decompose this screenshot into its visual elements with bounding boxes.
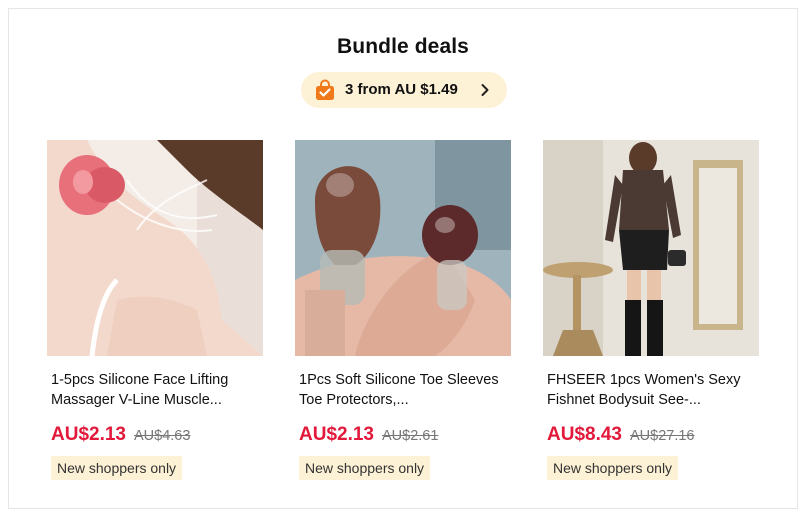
product-card[interactable]: FHSEER 1pcs Women's Sexy Fishnet Bodysui… <box>543 140 759 480</box>
product-price: AU$2.13 <box>299 424 374 445</box>
section-title: Bundle deals <box>337 35 469 58</box>
new-shoppers-badge: New shoppers only <box>547 456 679 480</box>
product-name[interactable]: 1Pcs Soft Silicone Toe Sleeves Toe Prote… <box>295 370 511 410</box>
product-original-price: AU$27.16 <box>630 428 695 444</box>
product-image-toe-sleeves[interactable] <box>295 140 511 356</box>
shopping-bag-check-icon <box>316 79 334 100</box>
bundle-promo-button[interactable]: 3 from AU $1.49 <box>301 72 507 108</box>
product-card[interactable]: 1-5pcs Silicone Face Lifting Massager V-… <box>47 140 263 480</box>
chevron-right-icon <box>481 84 489 96</box>
bundle-promo-label: 3 from AU $1.49 <box>345 81 458 98</box>
product-name[interactable]: FHSEER 1pcs Women's Sexy Fishnet Bodysui… <box>543 370 759 410</box>
product-price: AU$2.13 <box>51 424 126 445</box>
new-shoppers-badge: New shoppers only <box>299 456 431 480</box>
product-original-price: AU$2.61 <box>382 428 439 444</box>
product-price: AU$8.43 <box>547 424 622 445</box>
bundle-deals-panel: Bundle deals 3 from AU $1.49 1-5pcs Sili… <box>8 8 798 509</box>
product-original-price: AU$4.63 <box>134 428 191 444</box>
product-name[interactable]: 1-5pcs Silicone Face Lifting Massager V-… <box>47 370 263 410</box>
new-shoppers-badge: New shoppers only <box>51 456 183 480</box>
product-image-fishnet-bodysuit[interactable] <box>543 140 759 356</box>
product-image-face-massager[interactable] <box>47 140 263 356</box>
product-card[interactable]: 1Pcs Soft Silicone Toe Sleeves Toe Prote… <box>295 140 511 480</box>
